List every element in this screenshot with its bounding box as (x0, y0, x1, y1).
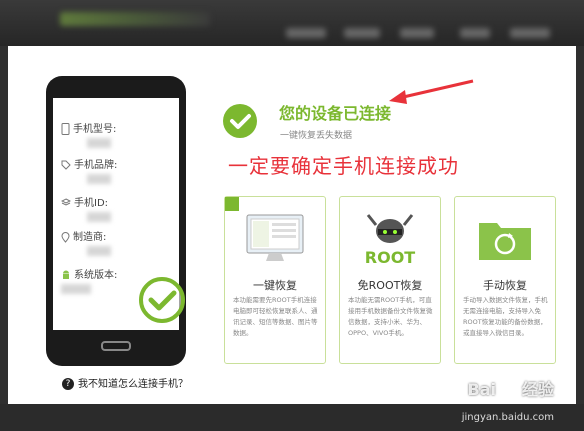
svg-text:ROOT: ROOT (365, 248, 416, 267)
big-check-icon (139, 277, 185, 323)
annotation-arrow-icon (389, 79, 474, 104)
window-tab-blurred (344, 28, 380, 38)
monitor-icon (246, 214, 304, 261)
card-description: 本功能无需ROOT手机，可直接用手机数据备份文件恢复微信数据，支持小米、华为、O… (348, 296, 433, 337)
phone-row-id: 手机ID: (60, 194, 108, 209)
help-link[interactable]: ? 我不知道怎么连接手机？ (62, 375, 188, 390)
card-root-free-restore[interactable]: ROOT 免ROOT恢复 本功能无需ROOT手机，可直接用手机数据备份文件恢复微… (339, 196, 441, 364)
annotation-text: 一定要确定手机连接成功 (228, 154, 459, 178)
title-bar (0, 0, 584, 46)
phone-icon (61, 123, 70, 135)
window-controls-blurred[interactable] (510, 28, 550, 38)
card-one-click-restore[interactable]: 一键恢复 本功能需要先ROOT手机连接电脑即可轻松恢复联系人、通讯记录、短信等数… (224, 196, 326, 364)
card-title: 一键恢复 (253, 279, 297, 292)
card-manual-restore[interactable]: 手动恢复 手动导入数据文件恢复，手机无需连接电脑，支持导入免ROOT恢复功能的备… (454, 196, 556, 364)
location-icon (61, 231, 70, 243)
card-title: 手动恢复 (483, 279, 527, 292)
phone-row-brand: 手机品牌: (61, 156, 117, 171)
phone-home-button (101, 341, 131, 351)
status-subtitle: 一键恢复丢失数据 (280, 131, 353, 141)
phone-row-model: 手机型号: (61, 120, 116, 135)
card-description: 本功能需要先ROOT手机连接电脑即可轻松恢复联系人、通讯记录、短信等数据、图片等… (233, 296, 318, 337)
layers-icon (60, 198, 72, 206)
phone-value-blurred (87, 246, 111, 256)
app-title-blurred (60, 12, 210, 26)
root-android-icon: ROOT (365, 214, 416, 267)
tag-icon (61, 160, 71, 170)
watermark: Bai 经验 (467, 380, 555, 399)
question-icon: ? (62, 378, 74, 390)
phone-value-blurred (61, 284, 91, 294)
android-icon (63, 270, 69, 279)
window-tab-blurred (460, 28, 490, 38)
status-title: 您的设备已连接 (279, 104, 392, 123)
phone-row-os: 系统版本: (61, 266, 117, 281)
folder-refresh-icon (479, 223, 531, 260)
window-tab-blurred (286, 28, 326, 38)
card-title: 免ROOT恢复 (357, 279, 423, 292)
watermark-url: jingyan.baidu.com (461, 412, 554, 423)
phone-value-blurred (87, 174, 111, 184)
connected-check-icon (223, 104, 257, 138)
phone-value-blurred (87, 212, 111, 222)
paw-icon (501, 383, 517, 398)
window-tab-blurred (400, 28, 434, 38)
phone-row-manufacturer: 制造商: (61, 228, 106, 243)
card-corner-badge (225, 197, 239, 211)
phone-value-blurred (87, 138, 111, 148)
card-description: 手动导入数据文件恢复，手机无需连接电脑，支持导入免ROOT恢复功能的备份数据，或… (463, 296, 548, 337)
